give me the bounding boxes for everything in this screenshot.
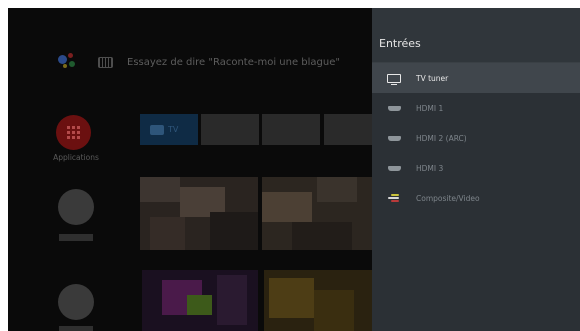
tv-screen: Essayez de dire "Raconte-moi une blague"… xyxy=(8,8,580,331)
hdmi-icon xyxy=(386,163,402,173)
input-item-hdmi-2-arc[interactable]: HDMI 2 (ARC) xyxy=(372,123,580,153)
content-thumbnail[interactable] xyxy=(140,177,258,250)
hdmi-icon xyxy=(386,103,402,113)
tv-icon xyxy=(386,73,402,85)
app-tile[interactable] xyxy=(201,114,259,145)
channel-name-placeholder xyxy=(59,326,93,331)
channel-name-placeholder xyxy=(59,234,93,241)
apps-grid-icon xyxy=(67,126,80,139)
google-assistant-icon[interactable] xyxy=(58,52,80,72)
home-screen-background: Essayez de dire "Raconte-moi une blague"… xyxy=(8,8,372,331)
tv-icon xyxy=(150,124,164,135)
app-tile[interactable] xyxy=(324,114,372,145)
tv-app-tile[interactable]: TV xyxy=(140,114,198,145)
input-item-hdmi-3[interactable]: HDMI 3 xyxy=(372,153,580,183)
composite-icon xyxy=(386,193,402,203)
inputs-panel: Entrées TV tuner HDMI 1 HDMI 2 (ARC) HDM… xyxy=(372,8,580,331)
apps-label: Applications xyxy=(53,153,99,162)
input-item-label: HDMI 3 xyxy=(416,163,444,173)
channel-avatar[interactable] xyxy=(58,189,94,225)
input-item-label: TV tuner xyxy=(416,73,449,83)
panel-title: Entrées xyxy=(372,8,580,63)
content-thumbnail[interactable] xyxy=(142,270,258,331)
hdmi-icon xyxy=(386,133,402,143)
keyboard-icon[interactable] xyxy=(98,56,113,68)
input-item-tv-tuner[interactable]: TV tuner xyxy=(372,63,580,93)
assistant-hint: Essayez de dire "Raconte-moi une blague" xyxy=(127,56,340,68)
apps-button[interactable] xyxy=(56,115,91,150)
app-tile[interactable] xyxy=(262,114,320,145)
input-item-composite-video[interactable]: Composite/Video xyxy=(372,183,580,213)
content-thumbnail[interactable] xyxy=(262,177,372,250)
assistant-row[interactable]: Essayez de dire "Raconte-moi une blague" xyxy=(58,52,340,72)
input-item-label: HDMI 2 (ARC) xyxy=(416,133,467,143)
input-item-label: Composite/Video xyxy=(416,193,480,203)
channel-avatar[interactable] xyxy=(58,284,94,320)
input-item-hdmi-1[interactable]: HDMI 1 xyxy=(372,93,580,123)
content-thumbnail[interactable] xyxy=(264,270,372,331)
tv-tile-label: TV xyxy=(168,125,179,134)
input-item-label: HDMI 1 xyxy=(416,103,444,113)
